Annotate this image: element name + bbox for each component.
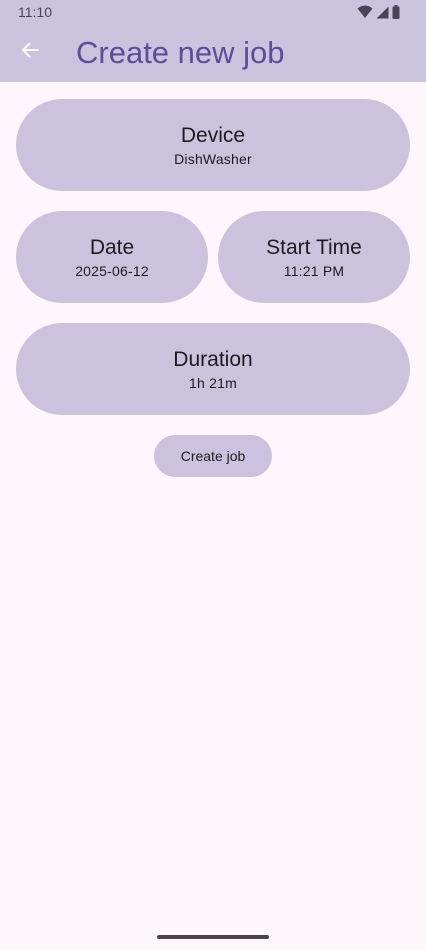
- cellular-signal-icon: [376, 6, 389, 22]
- create-job-screen: 11:10 Create new job Device DishWasher D…: [0, 0, 426, 950]
- create-job-button[interactable]: Create job: [154, 435, 272, 477]
- status-icons: [357, 5, 400, 22]
- top-app-bar: Create new job: [0, 24, 426, 82]
- date-label: Date: [89, 235, 135, 259]
- device-value: DishWasher: [174, 150, 252, 167]
- duration-label: Duration: [173, 347, 253, 371]
- date-picker-button[interactable]: Date 2025-06-12: [16, 211, 208, 303]
- arrow-left-icon: [20, 40, 40, 65]
- gesture-navigation-bar[interactable]: [157, 935, 269, 939]
- device-label: Device: [180, 123, 246, 147]
- status-time: 11:10: [18, 4, 52, 20]
- date-value: 2025-06-12: [75, 262, 149, 279]
- device-picker-button[interactable]: Device DishWasher: [16, 99, 410, 191]
- start-time-value: 11:21 PM: [283, 262, 345, 279]
- battery-icon: [392, 5, 400, 22]
- duration-picker-button[interactable]: Duration 1h 21m: [16, 323, 410, 415]
- status-bar: 11:10: [0, 0, 426, 24]
- page-title: Create new job: [76, 35, 285, 70]
- duration-value: 1h 21m: [189, 374, 237, 391]
- start-time-picker-button[interactable]: Start Time 11:21 PM: [218, 211, 410, 303]
- start-time-label: Start Time: [266, 235, 362, 259]
- back-button[interactable]: [12, 34, 48, 70]
- wifi-icon: [357, 5, 373, 22]
